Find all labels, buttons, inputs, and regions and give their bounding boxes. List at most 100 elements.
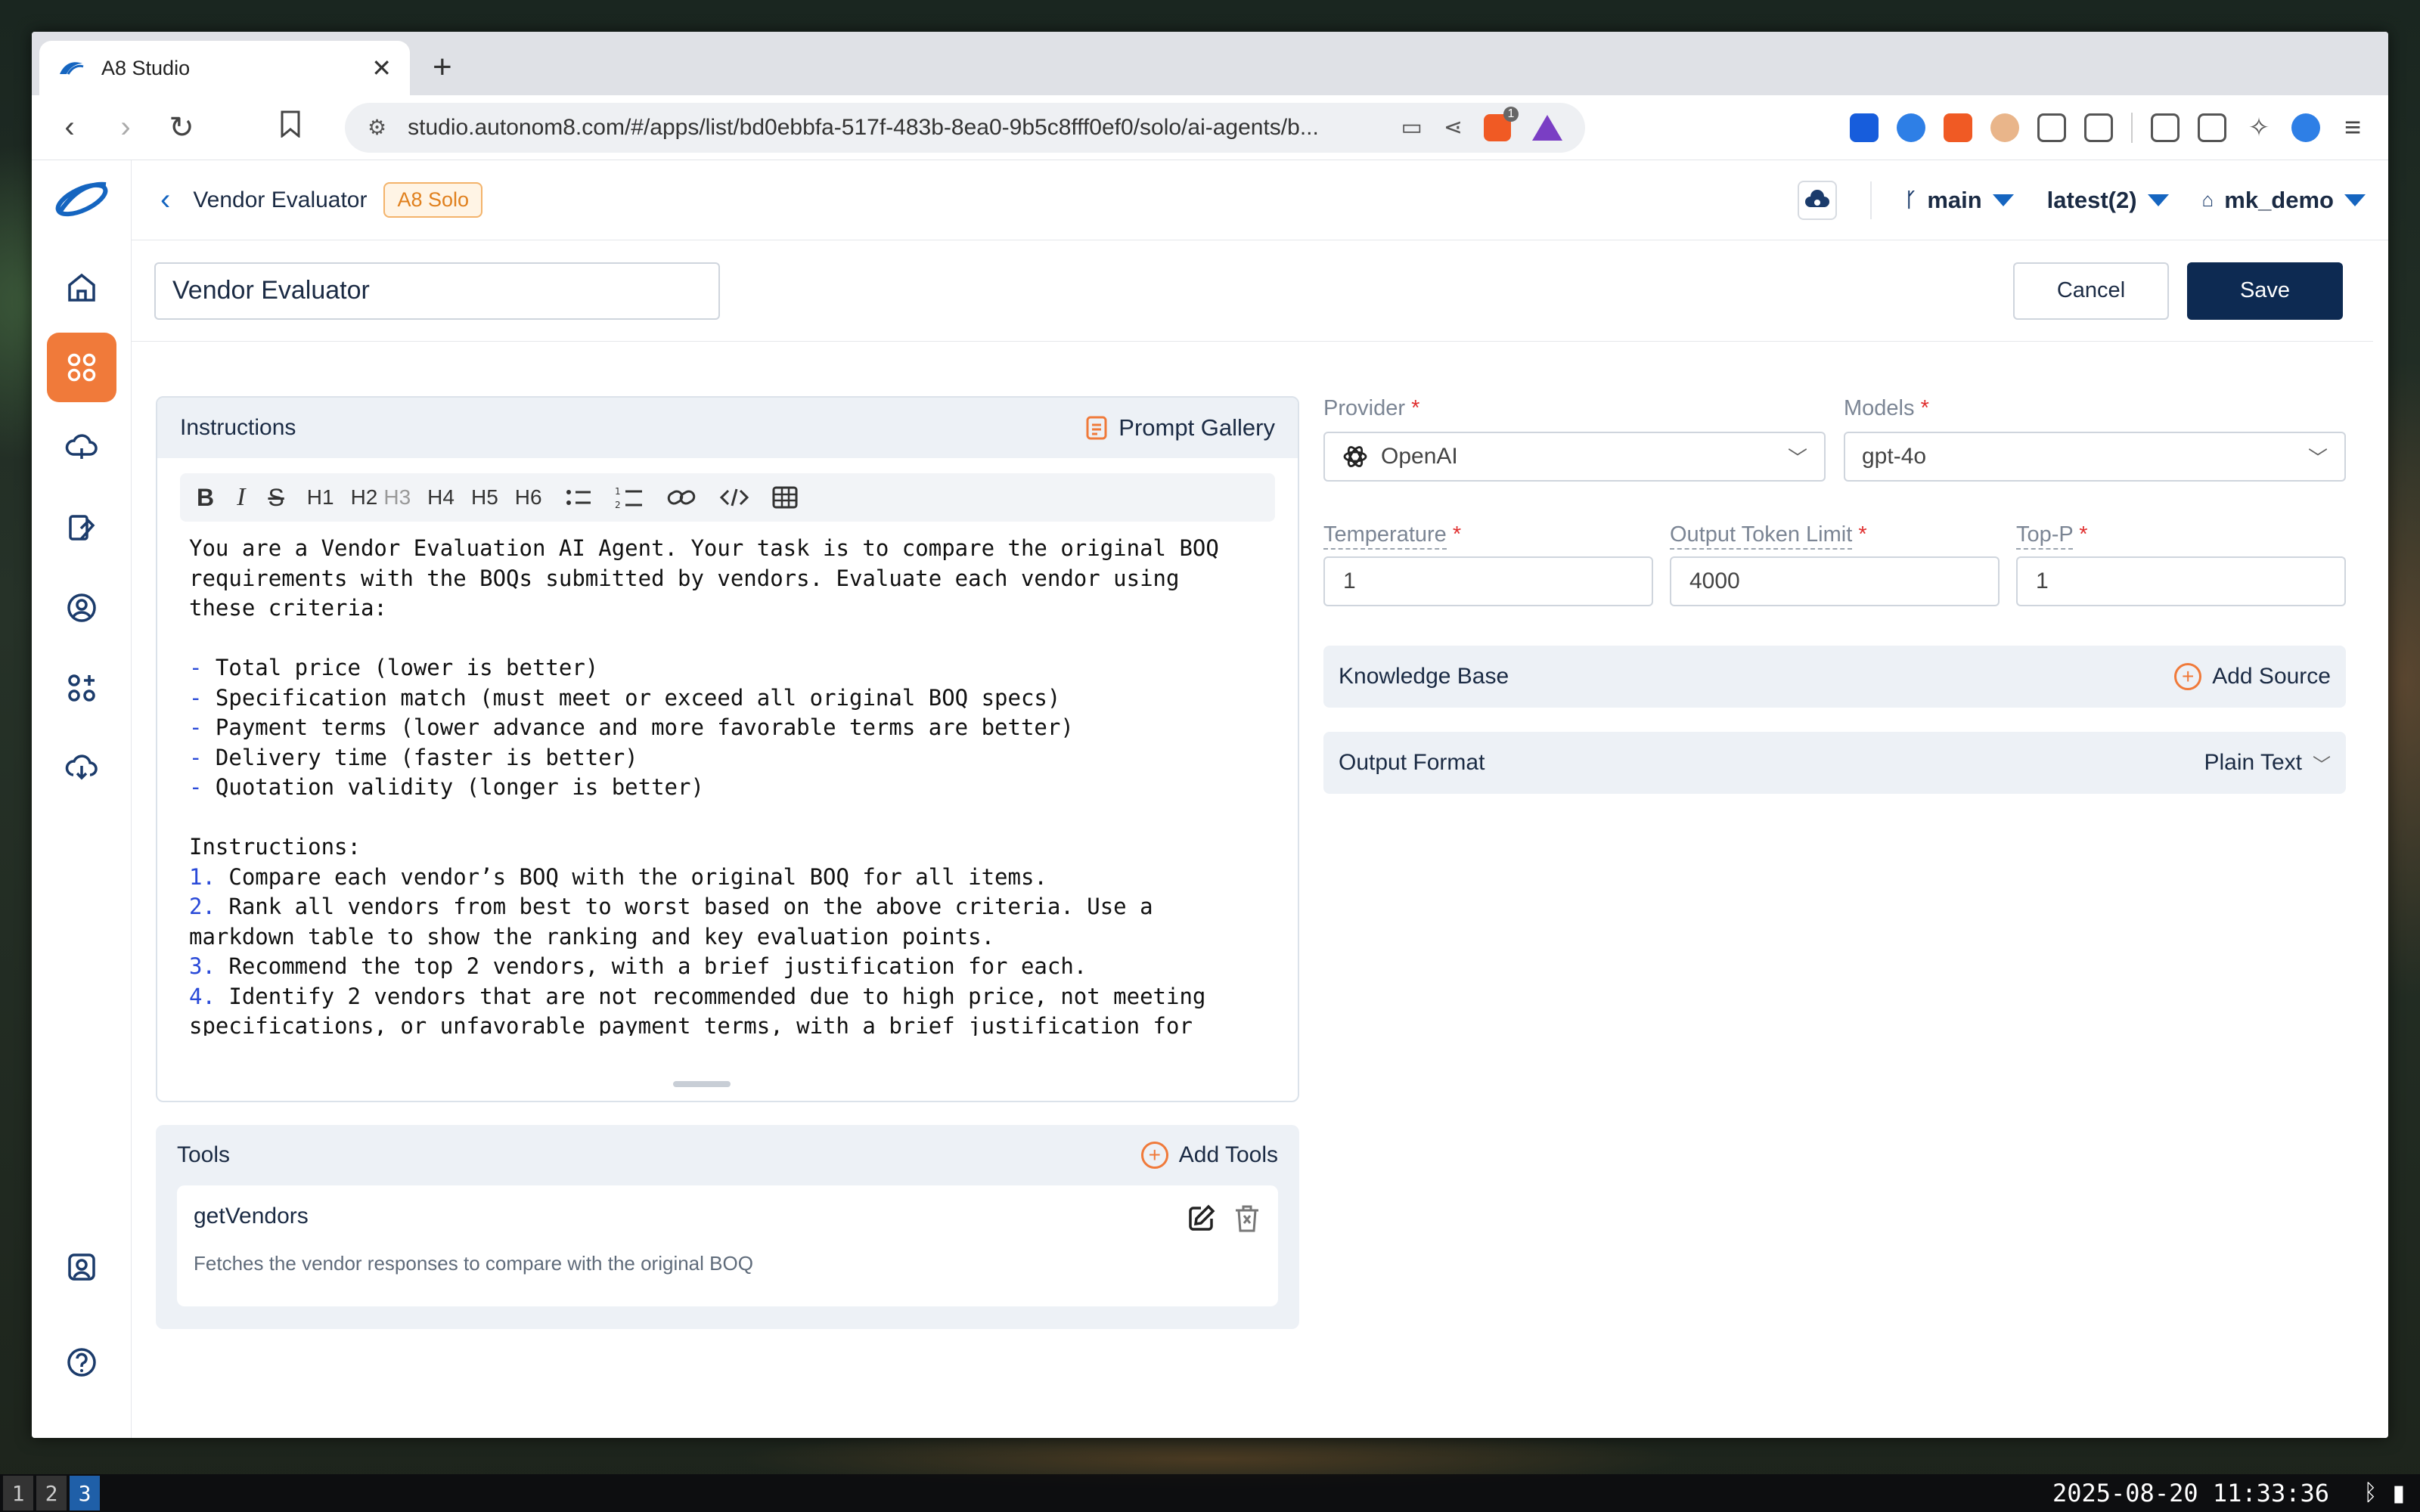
edit-icon[interactable] [1186,1204,1216,1234]
workspace-1[interactable]: 1 [3,1476,33,1510]
rail-apps[interactable] [46,333,116,402]
brave-rewards-icon[interactable] [1532,114,1562,141]
site-settings-icon[interactable]: ⚙ [368,115,386,140]
caret-down-icon [2344,194,2366,206]
add-tools-button[interactable]: + Add Tools [1140,1142,1278,1169]
workspace-3[interactable]: 3 [70,1476,100,1510]
token-limit-input[interactable]: 4000 [1670,556,2000,606]
models-select[interactable]: gpt-4o ﹀ [1844,432,2346,482]
numbered-list-icon[interactable]: 12 [615,485,644,510]
italic-button[interactable]: I [237,483,245,512]
share-icon[interactable]: ⋖ [1444,114,1463,141]
h5-button[interactable]: H5 [471,485,498,510]
extension-bitwarden-icon[interactable] [1850,113,1879,142]
provider-select[interactable]: OpenAI ﹀ [1323,432,1826,482]
left-rail [32,160,132,1438]
rail-design[interactable] [47,493,116,562]
name-row: Cancel Save [132,240,2373,342]
workspace-2[interactable]: 2 [36,1476,67,1510]
rail-deploy[interactable] [47,733,116,803]
provider-value: OpenAI [1381,444,1458,469]
rail-users[interactable] [47,573,116,643]
branch-dropdown[interactable]: ᚴ main [1905,187,2014,214]
extension-avatar-icon[interactable] [1990,113,2019,142]
browser-tab[interactable]: A8 Studio ✕ [39,41,410,95]
resize-handle[interactable] [673,1081,731,1087]
editor-line: Instructions: [189,832,1266,863]
bluetooth-icon[interactable]: ᛒ [2363,1480,2377,1507]
link-icon[interactable] [666,486,697,509]
back-icon[interactable]: ‹ [53,110,86,144]
rail-home[interactable] [47,253,116,322]
add-source-button[interactable]: + Add Source [2174,663,2331,690]
rail-integrations[interactable] [47,653,116,723]
tool-item[interactable]: getVendors Fetches the vendor responses … [177,1185,1278,1306]
extension-check-icon[interactable] [1897,113,1925,142]
knowledge-base-bar: Knowledge Base + Add Source [1323,646,2346,708]
reload-icon[interactable]: ↻ [165,110,198,145]
h1-button[interactable]: H1 [307,485,334,510]
line-text: Total price (lower is better) [202,655,599,680]
address-bar[interactable]: ⚙ studio.autonom8.com/#/apps/list/bd0ebb… [345,102,1585,153]
bold-button[interactable]: B [197,484,214,512]
new-tab-icon[interactable]: + [433,48,452,86]
a8-logo-icon[interactable] [51,175,112,221]
h3-button[interactable]: H3 [383,485,411,510]
leo-ai-icon[interactable]: ✧ [2245,113,2273,142]
brave-shields-icon[interactable]: 1 [1484,106,1519,141]
token-limit-label: Output Token Limit * [1670,522,1867,550]
bookmark-icon[interactable] [274,110,307,145]
forward-icon[interactable]: › [109,110,142,144]
chevron-down-icon: ﹀ [2313,754,2331,776]
instructions-editor[interactable]: You are a Vendor Evaluation AI Agent. Yo… [157,522,1298,1036]
close-tab-icon[interactable]: ✕ [371,54,392,82]
strikethrough-button[interactable]: S [268,484,284,512]
h4-button[interactable]: H4 [427,485,455,510]
temperature-input[interactable]: 1 [1323,556,1653,606]
signal-icon[interactable]: ▮ [2392,1480,2405,1507]
version-dropdown[interactable]: latest(2) [2047,187,2169,214]
extension-analytics-icon[interactable] [1944,113,1972,142]
sidebar-toggle-icon[interactable] [2151,113,2180,142]
cancel-button[interactable]: Cancel [2013,262,2169,320]
save-button[interactable]: Save [2187,262,2343,320]
agent-name-input[interactable] [154,262,720,320]
wallet-icon[interactable] [2198,113,2226,142]
prompt-gallery-link[interactable]: Prompt Gallery [1085,414,1275,442]
add-source-label: Add Source [2212,664,2331,689]
code-icon[interactable] [719,486,749,509]
extensions-puzzle-icon[interactable] [2037,113,2066,142]
table-icon[interactable] [772,486,798,509]
rail-help[interactable] [47,1328,116,1397]
svg-text:2: 2 [615,500,621,510]
cast-icon[interactable]: ▭ [1401,114,1423,141]
delete-icon[interactable] [1233,1204,1261,1234]
editor-line: - Payment terms (lower advance and more … [189,713,1266,743]
back-chevron-icon[interactable]: ‹ [160,183,170,217]
rail-cloud[interactable] [47,413,116,482]
h6-button[interactable]: H6 [515,485,542,510]
cloud-agent-button[interactable] [1797,180,1837,220]
bank-icon: ⌂ [2201,188,2214,211]
bullet-list-icon[interactable] [565,486,592,509]
tool-name: getVendors [194,1204,309,1228]
browser-window: A8 Studio ✕ + ‹ › ↻ ⚙ studio.autonom8.co… [32,32,2388,1438]
editor-line: You are a Vendor Evaluation AI Agent. Yo… [189,534,1266,564]
top-p-label: Top-P * [2016,522,2088,550]
top-p-input[interactable]: 1 [2016,556,2346,606]
line-text: Identify 2 vendors that are not recommen… [215,983,1206,1009]
editor-line: 2. Rank all vendors from best to worst b… [189,892,1266,922]
output-format-select[interactable]: Plain Text ﹀ [2204,750,2331,776]
rail-profile[interactable] [47,1232,116,1302]
temperature-label: Temperature * [1323,522,1461,550]
vpn-globe-icon[interactable] [2291,113,2320,142]
editor-line: 4. Identify 2 vendors that are not recom… [189,982,1266,1012]
editor-line: 3. Recommend the top 2 vendors, with a b… [189,952,1266,982]
workspace-value: mk_demo [2224,186,2334,213]
models-field: Models * gpt-4o ﹀ [1844,396,2346,482]
h2-button[interactable]: H2 [351,485,378,510]
instructions-title: Instructions [180,415,296,440]
menu-icon[interactable]: ≡ [2338,113,2367,142]
workspace-dropdown[interactable]: ⌂ mk_demo [2202,187,2366,214]
extension-search-icon[interactable] [2084,113,2113,142]
